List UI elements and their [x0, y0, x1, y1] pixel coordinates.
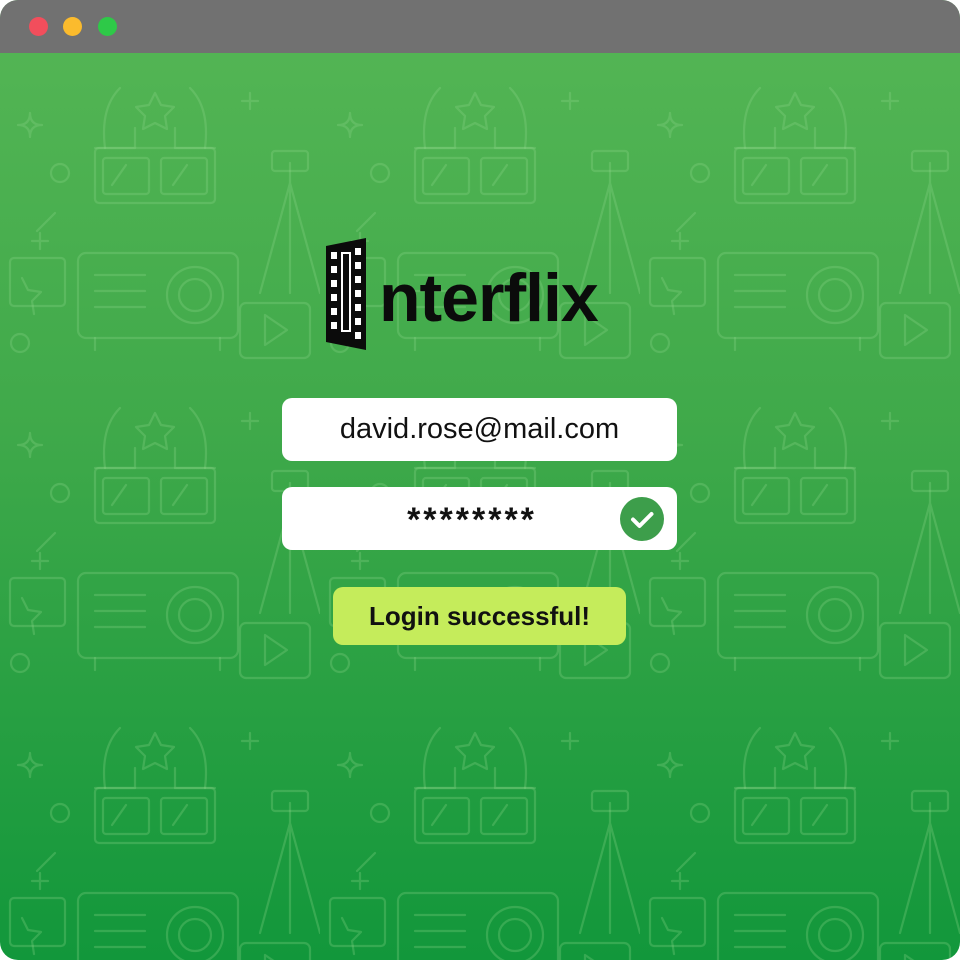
login-status-message: Login successful! [333, 587, 626, 645]
close-window-button[interactable] [29, 17, 48, 36]
window-titlebar [0, 0, 960, 53]
email-value: david.rose@mail.com [339, 413, 620, 445]
logo-wordmark: nterflix [379, 260, 599, 336]
password-field[interactable]: ******** [282, 487, 677, 550]
check-circle-icon [620, 497, 664, 541]
interflix-logo: nterflix [326, 238, 636, 350]
password-value: ******** [407, 501, 537, 539]
maximize-window-button[interactable] [98, 17, 117, 36]
email-field[interactable]: david.rose@mail.com [282, 398, 677, 461]
film-strip-icon [326, 238, 366, 350]
app-window: nterflix david.rose@mail.com ******** Lo… [0, 0, 960, 960]
minimize-window-button[interactable] [63, 17, 82, 36]
